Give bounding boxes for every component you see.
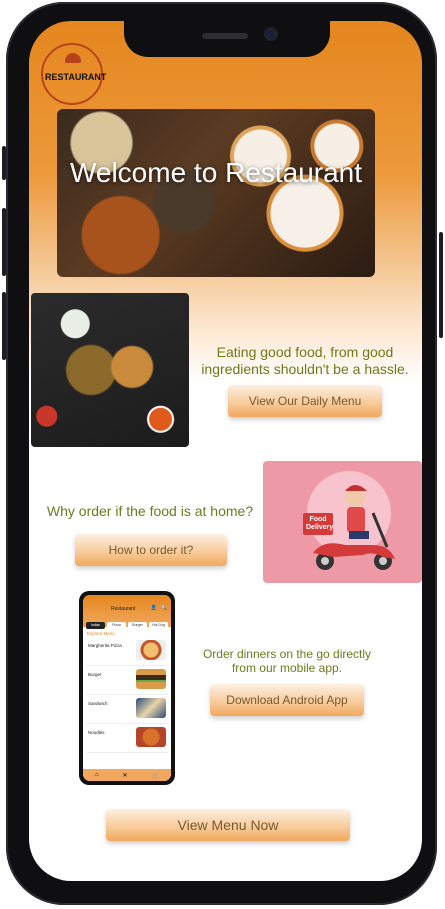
mockup-item-name: Margherita Pizza	[88, 643, 122, 648]
tagline-mobile-app: Order dinners on the go directly from ou…	[202, 647, 372, 675]
mockup-chip: Hot Dog	[149, 622, 168, 629]
mockup-menu-item: Margherita Pizza	[86, 637, 168, 666]
mockup-menu-item: Burger	[86, 666, 168, 695]
hero-title: Welcome to Restaurant	[69, 157, 363, 188]
tagline-order-home: Why order if the food is at home?	[46, 503, 254, 519]
food-delivery-label: Food Delivery	[303, 513, 333, 535]
app-mockup-phone: Restaurant 👤 🔍 Indian Pizza Burger Hot D…	[79, 591, 175, 785]
mockup-bottom-nav: ⌂ ✕ 🛒	[83, 769, 171, 781]
speaker-grille	[202, 33, 248, 39]
mockup-item-photo	[136, 669, 166, 689]
mockup-item-name: Noodles	[88, 730, 105, 735]
mockup-header: Restaurant 👤 🔍 Indian Pizza Burger Hot D…	[83, 595, 171, 629]
mockup-search-icon: 🔍	[160, 605, 167, 611]
mockup-title: Restaurant	[111, 606, 136, 612]
mockup-user-icon: 👤	[150, 605, 157, 611]
download-android-app-button[interactable]: Download Android App	[210, 684, 364, 716]
cloche-icon	[65, 53, 81, 63]
mockup-chip: Indian	[86, 622, 105, 629]
mockup-cart-icon: 🛒	[151, 772, 160, 779]
power-button	[439, 232, 443, 338]
mockup-chip: Burger	[128, 622, 147, 629]
mockup-menu-item: Noodles	[86, 724, 168, 753]
phone-notch	[124, 21, 330, 57]
mute-switch	[2, 146, 6, 180]
mockup-home-icon: ⌂	[94, 772, 99, 778]
logo-text: RESTAURANT	[45, 72, 107, 82]
tagline-good-food: Eating good food, from good ingredients …	[201, 344, 409, 377]
scooter-rider-icon	[313, 485, 395, 570]
mockup-item-photo	[136, 640, 166, 660]
food-delivery-image: Food Delivery	[263, 461, 422, 583]
hero-banner: Welcome to Restaurant	[57, 109, 375, 277]
mockup-item-photo	[136, 698, 166, 718]
phone-frame: RESTAURANT Welcome to Restaurant Eating …	[6, 2, 437, 905]
mockup-chip: Pizza	[107, 622, 126, 629]
mockup-item-name: Sandwich	[88, 701, 108, 706]
restaurant-logo[interactable]: RESTAURANT	[41, 43, 107, 105]
mockup-item-name: Burger	[88, 672, 102, 677]
mockup-menu-item: Sandwich	[86, 695, 168, 724]
volume-down-button	[2, 292, 6, 360]
food-platter-image	[31, 293, 189, 447]
view-menu-now-button[interactable]: View Menu Now	[106, 809, 350, 841]
front-camera	[264, 27, 278, 41]
view-daily-menu-button[interactable]: View Our Daily Menu	[228, 385, 382, 417]
app-mockup-screen: Restaurant 👤 🔍 Indian Pizza Burger Hot D…	[83, 595, 171, 781]
how-to-order-button[interactable]: How to order it?	[75, 534, 227, 566]
mockup-menu-icon: ✕	[122, 772, 128, 779]
mockup-category-chips: Indian Pizza Burger Hot Dog	[86, 622, 168, 629]
mockup-item-photo	[136, 727, 166, 747]
volume-up-button	[2, 208, 6, 276]
app-screen: RESTAURANT Welcome to Restaurant Eating …	[29, 21, 422, 881]
